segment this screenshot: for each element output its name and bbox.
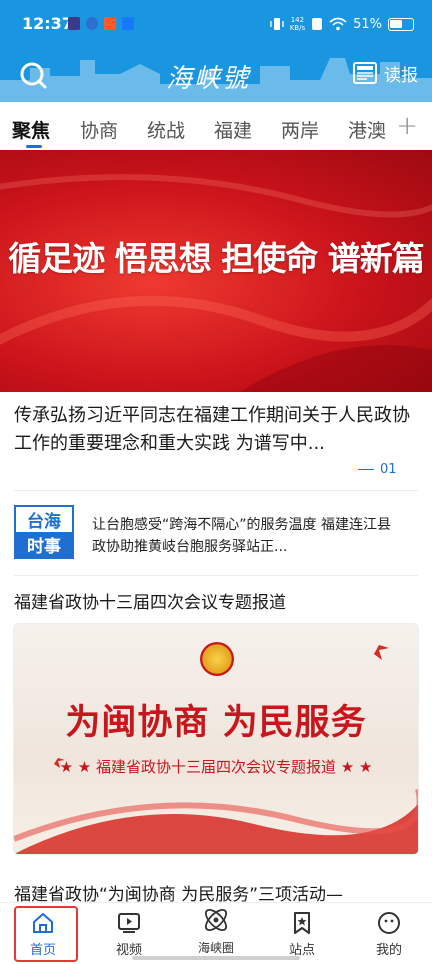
tab-consultation[interactable]: 协商 [80,116,118,143]
tab-united-front[interactable]: 统战 [147,116,185,143]
nav-video[interactable]: 视频 [94,909,164,963]
card-subtitle: ★ ★ 福建省政协十三届四次会议专题报道 ★ ★ [59,758,373,776]
taihai-news-thumbnail[interactable]: 台海 时事 [14,505,74,559]
newspaper-icon [353,62,377,84]
nfc-icon [312,18,323,30]
banner-slogan: 循足迹 悟思想 担使命 谱新篇 [8,239,424,278]
notification-app-icon [104,17,116,30]
nav-mine-label: 我的 [375,943,402,958]
read-newspaper-button[interactable]: 读报 [352,60,418,86]
active-tab-indicator [26,145,42,148]
circle-atom-icon [204,908,228,932]
feature-image-card[interactable]: 为闽协商 为民服务 ★ ★ 福建省政协十三届四次会议专题报道 ★ ★ [14,624,418,854]
category-tabs: 聚焦 协商 统战 福建 两岸 港澳 + [0,102,432,150]
add-tab-icon[interactable]: + [396,111,418,141]
network-speed-value: 142 [290,16,305,24]
tab-hk-macau[interactable]: 港澳 [348,116,386,143]
tab-cross-strait[interactable]: 两岸 [281,116,319,143]
nav-site[interactable]: 站点 [267,909,337,963]
pager-line [358,469,374,470]
thumb-top-text: 台海 [27,512,61,532]
carousel-page-indicator: 01 [358,462,397,477]
network-speed-unit: KB/s [289,24,306,32]
battery-percent: 51% [353,16,382,32]
network-speed: 142 KB/s [290,16,305,32]
tab-focus[interactable]: 聚焦 [12,116,50,143]
nav-haixia-circle[interactable]: 海峡圈 [181,903,251,957]
video-icon [118,913,140,933]
nav-haixia-circle-label: 海峡圈 [197,941,234,955]
system-indicators: 142 KB/s 51% [270,14,414,34]
thumb-bottom-text: 时事 [16,532,72,557]
divider [14,575,418,576]
top-header: 12:37 142 KB/s 51% 海峡號 读报 [0,0,432,102]
card-slogan: 为闽协商 为民服务 [65,703,367,743]
nav-mine[interactable]: 我的 [354,909,424,963]
wifi-icon [329,17,347,31]
vibrate-icon [270,18,284,30]
banner-headline[interactable]: 传承弘扬习近平同志在福建工作期间关于人民政协工作的重要理念和重大实践 为谱写中.… [14,402,422,458]
read-newspaper-label: 读报 [384,65,418,86]
tab-fujian[interactable]: 福建 [214,116,252,143]
search-icon[interactable] [18,60,48,90]
taihai-news-title[interactable]: 让台胞感受“跨海不隔心”的服务温度 福建连江县政协助推黄岐台胞服务驿站正... [92,514,398,558]
status-bar: 12:37 142 KB/s 51% [0,0,432,50]
bookmark-star-icon [294,912,310,934]
home-nav-highlight-box [14,906,78,962]
battery-icon [388,17,414,31]
pager-number: 01 [380,462,397,477]
app-logo: 海峡號 [166,64,251,94]
banner-image[interactable]: 循足迹 悟思想 担使命 谱新篇 [0,150,432,392]
notification-app-icon [86,17,98,30]
notification-app-icon [68,17,80,30]
notification-app-icon [122,17,134,30]
divider [14,490,418,491]
gesture-home-indicator[interactable] [132,956,300,960]
smile-face-icon [378,912,400,934]
section-title[interactable]: 福建省政协十三届四次会议专题报道 [14,588,286,613]
cppcc-emblem-icon [200,642,234,676]
status-time: 12:37 [22,14,73,33]
